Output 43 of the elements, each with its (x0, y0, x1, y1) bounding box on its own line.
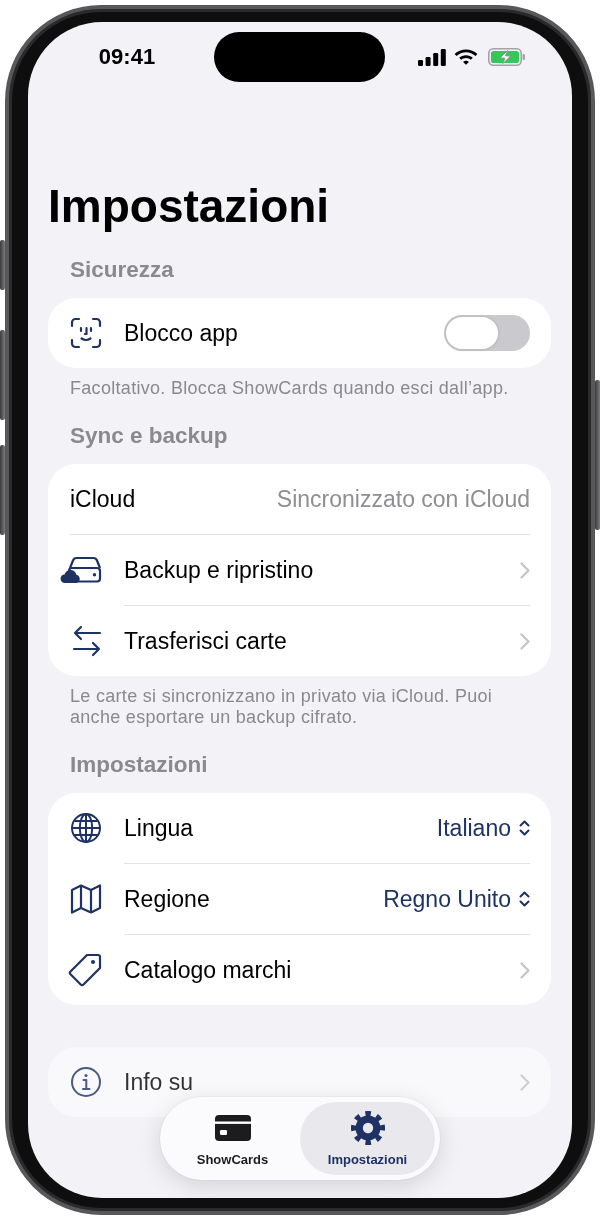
row-link[interactable]: Catalogo marchi (124, 958, 292, 982)
map-icon (70, 883, 102, 915)
info-icon (70, 1066, 102, 1098)
page-title: Impostazioni (48, 179, 331, 233)
globe-icon (70, 812, 102, 844)
swap-arrows-icon (72, 625, 102, 657)
tab[interactable]: ShowCards (165, 1102, 300, 1175)
up-down-chevron-icon (519, 819, 530, 837)
row-label: iCloud (70, 487, 136, 511)
section-header: Impostazioni (70, 752, 209, 778)
credit-card-icon (214, 1114, 251, 1141)
wifi-icon (454, 48, 478, 66)
up-down-chevron-icon (519, 890, 530, 908)
row-link[interactable]: Trasferisci carte (124, 629, 287, 653)
side-button[interactable] (0, 330, 5, 420)
section-header: Sync e backup (70, 423, 229, 449)
row-label: Blocco app (124, 321, 238, 345)
gear-icon (350, 1110, 385, 1145)
picker-button[interactable]: Italiano (436, 816, 530, 840)
side-button[interactable] (0, 445, 5, 535)
chevron-right-icon (520, 561, 530, 579)
row-label: Regione (124, 887, 210, 911)
row-link[interactable]: Backup e ripristino (124, 558, 314, 582)
toggle-switch[interactable] (444, 315, 530, 351)
signal-icon (418, 48, 446, 66)
tag-icon (68, 953, 102, 987)
side-button[interactable] (0, 240, 5, 290)
face-scan-icon (70, 317, 102, 349)
tab[interactable]: Impostazioni (300, 1102, 435, 1175)
section-header: Sicurezza (70, 257, 175, 283)
cloud-drive-icon (60, 556, 102, 584)
status-time: 09:41 (98, 44, 156, 70)
side-button[interactable] (595, 380, 600, 530)
row-value: Sincronizzato con iCloud (276, 487, 530, 511)
row-link[interactable]: Info su (124, 1070, 194, 1094)
chevron-right-icon (520, 632, 530, 650)
chevron-right-icon (520, 961, 530, 979)
section-footer: Le carte si sincronizzano in privato via iCloud. Puoi anche esportare un backup cifrato. (70, 686, 529, 728)
section-footer: Facoltativo. Blocca ShowCards quando esci dall’app. (70, 378, 529, 399)
chevron-right-icon (520, 1073, 530, 1091)
battery-charging-icon (488, 48, 526, 66)
row-label: Lingua (124, 816, 194, 840)
picker-button[interactable]: Regno Unito (383, 887, 530, 911)
